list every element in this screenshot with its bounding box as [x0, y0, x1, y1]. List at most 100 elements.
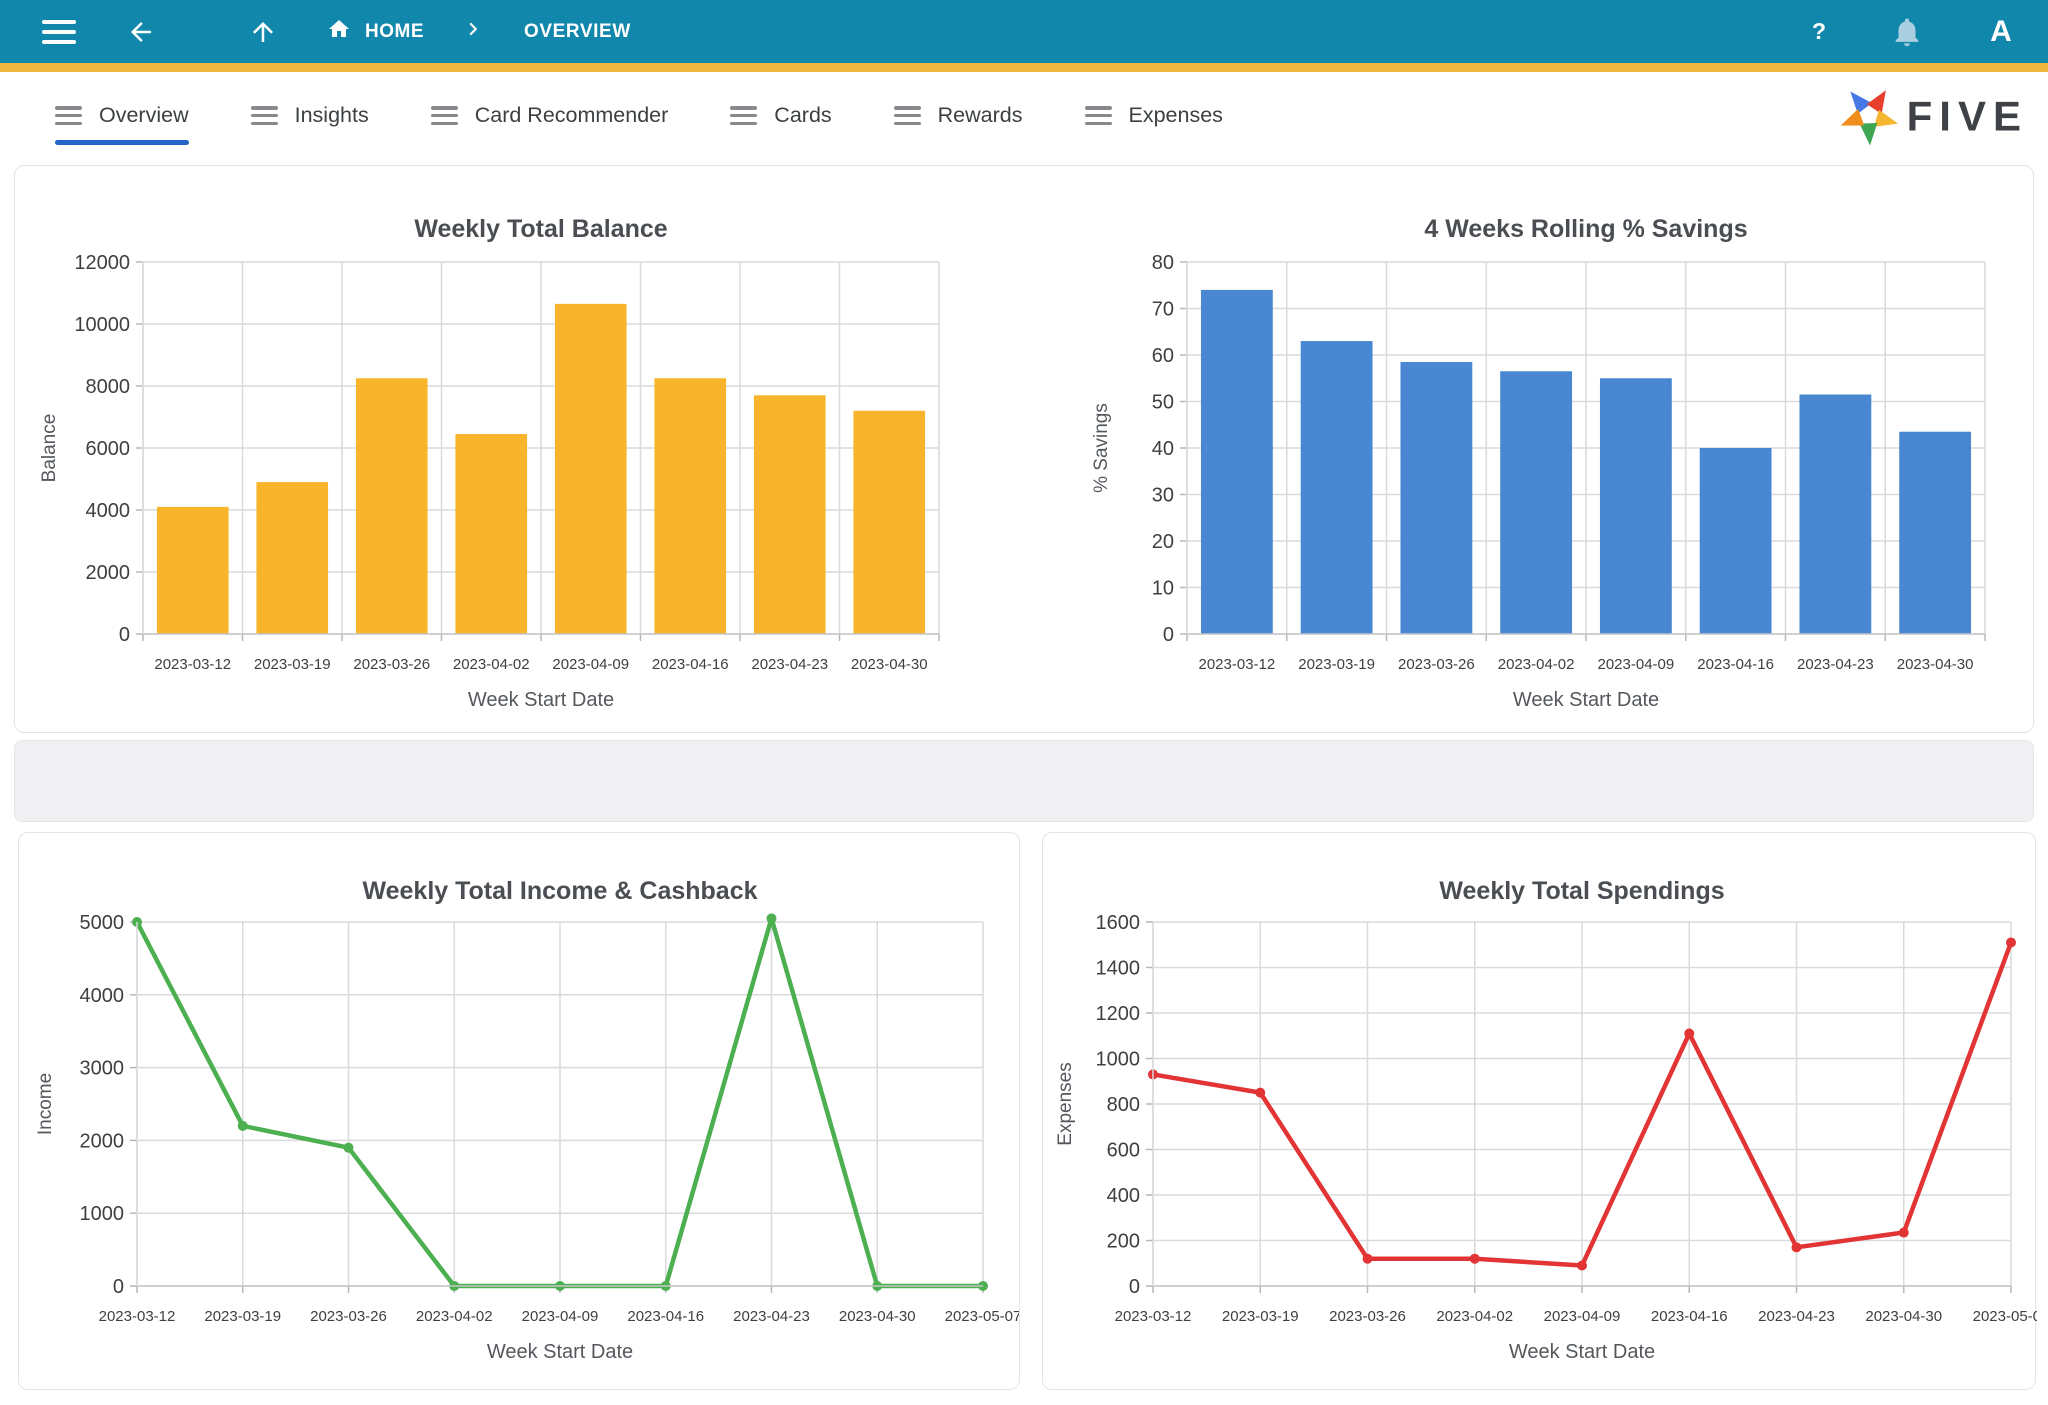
tab-overview[interactable]: Overview [55, 87, 189, 145]
breadcrumb-home[interactable]: HOME [326, 17, 424, 46]
svg-text:2023-04-16: 2023-04-16 [1697, 656, 1774, 673]
svg-text:2023-04-23: 2023-04-23 [751, 656, 828, 673]
svg-text:Income: Income [35, 1073, 56, 1135]
svg-text:2023-04-16: 2023-04-16 [652, 656, 729, 673]
tab-menu-icon [55, 106, 82, 125]
svg-text:2023-04-02: 2023-04-02 [453, 656, 530, 673]
svg-text:0: 0 [1163, 624, 1174, 646]
svg-text:4000: 4000 [86, 500, 131, 522]
tab-insights[interactable]: Insights [251, 87, 369, 145]
svg-text:2023-04-02: 2023-04-02 [1436, 1308, 1513, 1325]
svg-text:2023-03-26: 2023-03-26 [310, 1308, 387, 1325]
svg-text:2023-04-30: 2023-04-30 [1865, 1308, 1942, 1325]
svg-text:2023-04-23: 2023-04-23 [1758, 1308, 1835, 1325]
back-arrow-icon[interactable] [126, 17, 156, 47]
chart-svg: 0200040006000800010000120002023-03-12202… [15, 172, 1025, 728]
svg-text:800: 800 [1107, 1094, 1140, 1116]
svg-text:2023-04-02: 2023-04-02 [1498, 656, 1575, 673]
svg-text:40: 40 [1152, 438, 1174, 460]
tab-label: Card Recommender [475, 103, 669, 128]
svg-text:Week Start Date: Week Start Date [487, 1341, 633, 1363]
svg-text:8000: 8000 [86, 376, 131, 398]
svg-text:10: 10 [1152, 578, 1174, 600]
svg-text:4000: 4000 [80, 985, 125, 1007]
svg-text:1000: 1000 [1096, 1049, 1141, 1071]
svg-text:2023-03-19: 2023-03-19 [1222, 1308, 1299, 1325]
svg-text:0: 0 [1129, 1276, 1140, 1298]
svg-text:2023-03-19: 2023-03-19 [1298, 656, 1375, 673]
svg-text:1600: 1600 [1096, 912, 1141, 934]
svg-text:20: 20 [1152, 531, 1174, 553]
svg-text:2023-04-09: 2023-04-09 [1598, 656, 1675, 673]
svg-text:2023-04-16: 2023-04-16 [1651, 1308, 1728, 1325]
svg-text:Weekly Total Balance: Weekly Total Balance [414, 215, 667, 243]
tab-label: Rewards [938, 103, 1023, 128]
svg-text:50: 50 [1152, 392, 1174, 414]
app-header: HOME OVERVIEW ? A [0, 0, 2048, 63]
svg-text:% Savings: % Savings [1091, 403, 1112, 493]
svg-text:0: 0 [113, 1276, 124, 1298]
svg-text:2023-04-16: 2023-04-16 [627, 1308, 704, 1325]
chart-income-cashback: 0100020003000400050002023-03-122023-03-1… [18, 832, 1020, 1390]
tab-expenses[interactable]: Expenses [1085, 87, 1223, 145]
svg-text:2023-04-30: 2023-04-30 [839, 1308, 916, 1325]
chart-spendings: 020040060080010001200140016002023-03-122… [1042, 832, 2036, 1390]
active-tab-underline [431, 140, 669, 145]
chart-svg: 010203040506070802023-03-122023-03-19202… [1025, 172, 2035, 728]
svg-text:2023-03-19: 2023-03-19 [204, 1308, 281, 1325]
chart-svg: 020040060080010001200140016002023-03-122… [1043, 836, 2037, 1388]
tab-label: Insights [295, 103, 369, 128]
home-icon [326, 17, 352, 46]
tab-cards[interactable]: Cards [730, 87, 831, 145]
avatar[interactable]: A [1974, 5, 2028, 59]
up-arrow-icon[interactable] [248, 17, 278, 47]
svg-text:600: 600 [1107, 1140, 1140, 1162]
svg-text:Week Start Date: Week Start Date [1509, 1341, 1655, 1363]
chart-svg: 0100020003000400050002023-03-122023-03-1… [19, 836, 1019, 1388]
logo-text: FIVE [1907, 92, 2028, 140]
notifications-icon[interactable] [1890, 15, 1924, 49]
svg-text:2023-04-23: 2023-04-23 [733, 1308, 810, 1325]
svg-text:2023-03-19: 2023-03-19 [254, 656, 331, 673]
spacer-panel [14, 740, 2034, 822]
svg-text:2000: 2000 [80, 1130, 125, 1152]
tab-label: Expenses [1129, 103, 1223, 128]
svg-text:1000: 1000 [80, 1203, 125, 1225]
tab-menu-icon [730, 106, 757, 125]
svg-text:2023-03-12: 2023-03-12 [1115, 1308, 1192, 1325]
svg-text:2023-03-26: 2023-03-26 [353, 656, 430, 673]
tab-menu-icon [1085, 106, 1112, 125]
tab-label: Cards [774, 103, 831, 128]
svg-text:1200: 1200 [1096, 1003, 1141, 1025]
tab-rewards[interactable]: Rewards [894, 87, 1023, 145]
breadcrumb-current[interactable]: OVERVIEW [524, 21, 631, 43]
menu-icon[interactable] [42, 20, 76, 44]
svg-text:30: 30 [1152, 485, 1174, 507]
svg-text:1400: 1400 [1096, 958, 1141, 980]
chart-rolling-savings: 010203040506070802023-03-122023-03-19202… [1025, 172, 2035, 732]
svg-text:Balance: Balance [39, 414, 60, 483]
tab-card-recommender[interactable]: Card Recommender [431, 87, 669, 145]
tab-bar: Overview Insights Card Recommender Cards Rew… [0, 72, 2048, 160]
svg-text:2023-05-07: 2023-05-07 [945, 1308, 1019, 1325]
svg-text:Expenses: Expenses [1055, 1062, 1076, 1145]
svg-text:400: 400 [1107, 1185, 1140, 1207]
svg-text:60: 60 [1152, 345, 1174, 367]
svg-text:6000: 6000 [86, 438, 131, 460]
tab-menu-icon [251, 106, 278, 125]
svg-text:Weekly Total Income & Cashback: Weekly Total Income & Cashback [362, 877, 757, 905]
tab-menu-icon [431, 106, 458, 125]
svg-text:10000: 10000 [74, 314, 130, 336]
svg-text:4 Weeks Rolling % Savings: 4 Weeks Rolling % Savings [1424, 215, 1747, 243]
svg-text:5000: 5000 [80, 912, 125, 934]
svg-text:2023-04-02: 2023-04-02 [416, 1308, 493, 1325]
svg-text:12000: 12000 [74, 252, 130, 274]
tab-label: Overview [99, 103, 189, 128]
svg-text:2000: 2000 [86, 562, 131, 584]
chevron-right-icon [460, 16, 486, 47]
svg-text:80: 80 [1152, 252, 1174, 274]
svg-text:0: 0 [119, 624, 130, 646]
svg-text:2023-04-23: 2023-04-23 [1797, 656, 1874, 673]
help-icon[interactable]: ? [1798, 11, 1840, 53]
chart-weekly-total-balance: 0200040006000800010000120002023-03-12202… [15, 172, 1025, 732]
